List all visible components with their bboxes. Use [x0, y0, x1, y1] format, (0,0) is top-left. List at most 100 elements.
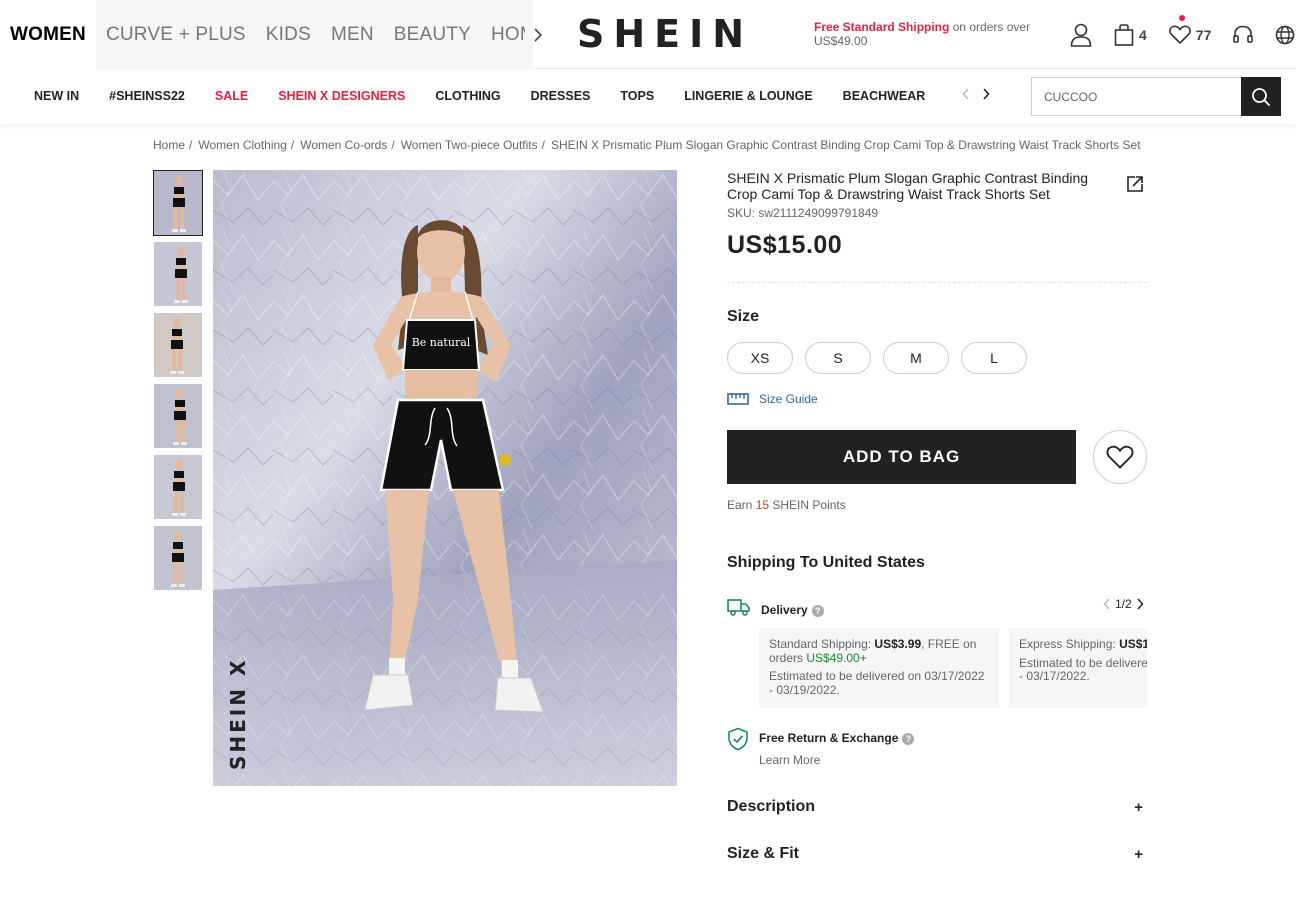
- standard-shipping-card: Standard Shipping: US$3.99, FREE on orde…: [759, 628, 999, 708]
- thumbnail-image: [154, 313, 202, 377]
- breadcrumb: Home / Women Clothing / Women Co-ords / Wom…: [153, 138, 1141, 152]
- site-logo[interactable]: SHEIN: [577, 12, 753, 56]
- thumbnail-2[interactable]: [153, 241, 203, 307]
- thumbnail-4[interactable]: [153, 383, 203, 449]
- subnav-arrows: [962, 88, 990, 100]
- subnav-sale[interactable]: SALE: [200, 89, 263, 103]
- wishlist-button[interactable]: 77: [1168, 15, 1211, 45]
- subnav-beachwear[interactable]: BEACHWEAR: [828, 89, 941, 103]
- subnav-sheinss22[interactable]: #SHEINSS22: [94, 89, 200, 103]
- size-guide-link[interactable]: Size Guide: [727, 392, 1147, 406]
- bag-icon: [1114, 24, 1134, 46]
- description-label: Description: [727, 798, 816, 815]
- express-shipping-card: Express Shipping: US$1 Estimated to be d…: [1009, 628, 1147, 708]
- thumbnail-image: [154, 242, 202, 306]
- subnav-clothing[interactable]: CLOTHING: [420, 89, 515, 103]
- search-bar: [1031, 77, 1281, 116]
- thumbnail-3[interactable]: [153, 312, 203, 378]
- express-shipping-price: US$1: [1119, 637, 1147, 651]
- subnav-dresses[interactable]: DRESSES: [516, 89, 606, 103]
- heart-icon: [1168, 25, 1191, 45]
- thumbnail-image: [154, 384, 202, 448]
- ruler-icon: [727, 393, 749, 405]
- buy-row: ADD TO BAG: [727, 430, 1147, 484]
- return-label: Free Return & Exchange: [759, 731, 899, 745]
- save-to-wishlist-button[interactable]: [1093, 430, 1147, 484]
- size-options: XS S M L: [727, 342, 1147, 374]
- shipping-pager: 1/2: [1103, 597, 1144, 611]
- thumbnail-5[interactable]: [153, 454, 203, 520]
- image-watermark: SHEIN X: [226, 658, 250, 770]
- search-button[interactable]: [1241, 77, 1281, 116]
- size-fit-accordion[interactable]: Size & Fit +: [727, 844, 1147, 864]
- notification-dot: [1178, 15, 1185, 21]
- category-beauty[interactable]: BEAUTY: [384, 0, 481, 69]
- add-to-bag-button[interactable]: ADD TO BAG: [727, 430, 1076, 484]
- thumbnail-1[interactable]: [153, 170, 203, 236]
- chevron-right-icon[interactable]: [525, 0, 551, 69]
- product-title: SHEIN X Prismatic Plum Slogan Graphic Co…: [727, 170, 1089, 202]
- shield-check-icon: [727, 727, 749, 756]
- breadcrumb-women-coords[interactable]: Women Co-ords: [300, 138, 387, 152]
- breadcrumb-women-clothing[interactable]: Women Clothing: [198, 138, 287, 152]
- divider: [727, 282, 1147, 283]
- category-women[interactable]: WOMEN: [0, 0, 96, 69]
- category-home[interactable]: HOM: [481, 0, 525, 69]
- expand-plus-icon: +: [1134, 798, 1143, 816]
- truck-icon: [727, 597, 751, 622]
- return-policy: Free Return & Exchange? Learn More: [727, 727, 1147, 767]
- subnav-lingerie-lounge[interactable]: LINGERIE & LOUNGE: [669, 89, 827, 103]
- chevron-left-icon[interactable]: [962, 88, 970, 100]
- category-curve-plus[interactable]: CURVE + PLUS: [96, 0, 256, 69]
- search-icon: [1252, 87, 1271, 106]
- globe-icon[interactable]: [1275, 25, 1295, 45]
- help-icon[interactable]: ?: [811, 604, 824, 617]
- chevron-right-icon[interactable]: [1136, 598, 1144, 610]
- points-value: 15: [755, 498, 770, 512]
- size-option-xs[interactable]: XS: [727, 342, 793, 374]
- breadcrumb-two-piece[interactable]: Women Two-piece Outfits: [401, 138, 538, 152]
- size-option-s[interactable]: S: [805, 342, 871, 374]
- help-icon[interactable]: ?: [902, 732, 915, 745]
- size-guide-label: Size Guide: [759, 392, 818, 406]
- breadcrumb-home[interactable]: Home: [153, 138, 185, 152]
- account-icon[interactable]: [1070, 23, 1092, 47]
- description-accordion[interactable]: Description +: [727, 797, 1147, 817]
- size-option-m[interactable]: M: [883, 342, 949, 374]
- thumbnail-image: [154, 526, 202, 590]
- points-info: Earn 15 SHEIN Points: [727, 498, 846, 512]
- express-estimate: Estimated to be delivere - 03/17/2022.: [1019, 655, 1147, 683]
- category-kids[interactable]: KIDS: [256, 0, 321, 69]
- chevron-right-icon[interactable]: [982, 88, 990, 100]
- main-product-image[interactable]: Be natural SHEIN X: [213, 170, 677, 786]
- chevron-left-icon[interactable]: [1103, 598, 1111, 610]
- free-threshold: US$49.00+: [806, 650, 867, 665]
- promo-banner[interactable]: Free Standard Shipping on orders over US…: [814, 20, 1054, 48]
- product-info: SHEIN X Prismatic Plum Slogan Graphic Co…: [727, 170, 1147, 864]
- subnav-tops[interactable]: TOPS: [605, 89, 669, 103]
- pager-text: 1/2: [1115, 597, 1132, 611]
- headset-icon[interactable]: [1233, 25, 1254, 45]
- shipping-heading: Shipping To United States: [727, 554, 925, 571]
- standard-shipping-price: US$3.99: [874, 637, 922, 651]
- search-input[interactable]: [1031, 77, 1241, 116]
- breadcrumb-current: SHEIN X Prismatic Plum Slogan Graphic Co…: [550, 138, 1141, 152]
- size-heading: Size: [727, 308, 760, 325]
- share-icon[interactable]: [1125, 174, 1145, 199]
- bag-button[interactable]: 4: [1114, 24, 1147, 46]
- shirt-slogan: Be natural: [412, 336, 471, 349]
- standard-estimate: Estimated to be delivered on 03/17/2022 …: [769, 669, 985, 697]
- thumbnail-image: [154, 455, 202, 519]
- product-price: US$15.00: [727, 231, 843, 259]
- promo-highlight: Free Standard Shipping: [814, 20, 950, 34]
- subnav-shein-x-designers[interactable]: SHEIN X DESIGNERS: [263, 89, 420, 103]
- learn-more-link[interactable]: Learn More: [759, 753, 820, 767]
- category-men[interactable]: MEN: [321, 0, 384, 69]
- subnav-new-in[interactable]: NEW IN: [19, 89, 94, 103]
- size-fit-label: Size & Fit: [727, 845, 800, 862]
- size-option-l[interactable]: L: [961, 342, 1027, 374]
- product-sku: SKU: sw2111249099791849: [727, 206, 879, 220]
- thumbnail-6[interactable]: [153, 525, 203, 591]
- secondary-nav: NEW IN #SHEINSS22 SALE SHEIN X DESIGNERS…: [0, 70, 1296, 124]
- heart-icon: [1106, 445, 1134, 469]
